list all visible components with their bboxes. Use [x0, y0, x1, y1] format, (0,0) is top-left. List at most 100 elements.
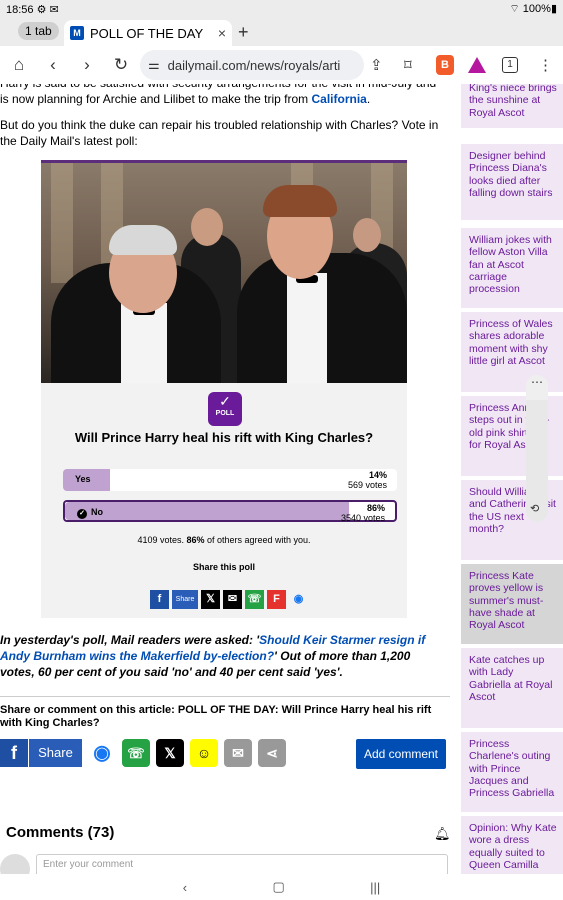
article-paragraph-1: Harry is said to be satisfied with secur…: [0, 84, 446, 107]
browser-toolbar: ⌂ ‹ › ↻ ⚌ dailymail.com/news/royals/arti…: [0, 46, 563, 84]
back-icon[interactable]: ‹: [36, 55, 70, 75]
tab-strip: 1 tab M POLL OF THE DAY × +: [0, 18, 563, 46]
charles-hair: [109, 225, 177, 255]
bell-icon[interactable]: 🔔︎: [434, 826, 451, 842]
article-share-row: f Share ◉ ☏ 𝕏 ☺ ✉ ⋖: [0, 738, 286, 768]
sidebar-item[interactable]: Princess Kate proves yellow is summer's …: [461, 564, 563, 648]
total-votes-text: 4109 votes.: [137, 535, 187, 545]
site-settings-icon[interactable]: ⚌: [148, 57, 160, 73]
facebook-icon: f: [0, 739, 28, 767]
sidebar-item[interactable]: William jokes with fellow Aston Villa fa…: [461, 228, 563, 312]
para1-end: .: [366, 92, 371, 106]
bookmark-icon[interactable]: ⌑: [404, 50, 412, 80]
background-guest-face: [353, 218, 381, 252]
tab-poll-of-the-day[interactable]: M POLL OF THE DAY ×: [64, 20, 232, 46]
comments-heading: Comments (73): [6, 824, 115, 841]
sidebar-item[interactable]: Kate catches up with Lady Gabriella at R…: [461, 648, 563, 732]
close-tab-icon[interactable]: ×: [218, 25, 226, 41]
total-votes-suffix: of others agreed with you.: [204, 535, 311, 545]
poll-option-percent: 86%: [366, 503, 385, 513]
article-paragraph-2: But do you think the duke can repair his…: [0, 118, 439, 148]
flipboard-icon[interactable]: F: [267, 590, 286, 609]
poll-option-no[interactable]: ✓ No 86% 3540 votes: [63, 500, 397, 523]
x-icon[interactable]: 𝕏: [156, 739, 184, 767]
selected-check-icon: ✓: [77, 509, 87, 519]
nav-home-icon[interactable]: ▢: [272, 879, 284, 895]
android-nav-bar: ‹ ▢ |||: [0, 874, 563, 900]
facebook-share-button[interactable]: Share: [172, 590, 198, 609]
poll-question: Will Prince Harry heal his rift with Kin…: [74, 430, 374, 445]
share-page-icon[interactable]: ⇪: [370, 50, 383, 80]
tab-count-button[interactable]: 1 tab: [18, 22, 59, 40]
more-share-icon[interactable]: ⋖: [258, 739, 286, 767]
share-article-title: Share or comment on this article: POLL O…: [0, 704, 432, 729]
nav-recents-icon[interactable]: |||: [370, 880, 380, 895]
brave-shields-button[interactable]: B: [436, 50, 454, 80]
whatsapp-icon[interactable]: ☏: [122, 739, 150, 767]
email-icon[interactable]: ✉: [223, 590, 242, 609]
poll-share-buttons: f Share 𝕏 ✉ ☏ F ◉: [150, 590, 308, 609]
poll-bar-fill: [65, 502, 349, 520]
email-icon[interactable]: ✉: [224, 739, 252, 767]
battery-level: 100%: [522, 3, 551, 15]
poll-option-percent: 14%: [368, 470, 387, 480]
sidebar-item[interactable]: Designer behind Princess Diana's looks d…: [461, 144, 563, 224]
sidebar-item[interactable]: Opinion: Why Kate wore a dress equally s…: [461, 816, 563, 874]
avatar: [0, 854, 30, 874]
background-pillar: [51, 163, 73, 283]
forward-icon[interactable]: ›: [70, 55, 104, 75]
comment-input[interactable]: Enter your comment: [36, 854, 448, 874]
facebook-share-button[interactable]: f Share: [0, 739, 82, 767]
background-guest-face: [191, 208, 223, 246]
poll-option-yes[interactable]: Yes 14% 569 votes: [63, 469, 397, 491]
snapchat-icon[interactable]: ☺: [190, 739, 218, 767]
section-divider: [0, 696, 450, 697]
dailymail-favicon-icon: M: [70, 26, 84, 40]
messenger-icon[interactable]: ◉: [88, 739, 116, 767]
tab-switcher-button[interactable]: 1: [502, 50, 518, 80]
battery-indicator: ⌔ 100%▮: [509, 3, 557, 15]
charles-shirt: [121, 303, 167, 383]
harry-shirt: [287, 273, 327, 383]
nav-back-icon[interactable]: ‹: [183, 880, 187, 895]
poll-option-votes: 3540 votes: [340, 513, 385, 523]
poll-total-votes: 4109 votes. 86% of others agreed with yo…: [41, 535, 407, 545]
add-comment-button[interactable]: Add comment: [356, 739, 446, 769]
poll-logo-label: POLL: [215, 410, 235, 417]
poll-widget: ✓ POLL Will Prince Harry heal his rift w…: [41, 160, 407, 618]
new-tab-icon[interactable]: +: [238, 22, 249, 43]
brave-rewards-button[interactable]: [468, 50, 486, 80]
checkmark-icon: ✓: [219, 393, 231, 409]
article-content: Harry is said to be satisfied with secur…: [0, 84, 456, 874]
facebook-share-label: Share: [28, 739, 82, 767]
california-link[interactable]: California: [312, 92, 367, 106]
clock: 18:56: [6, 3, 34, 16]
yesterday-pre: In yesterday's poll, Mail readers were a…: [0, 633, 260, 647]
brave-shield-icon: B: [436, 55, 454, 75]
whatsapp-icon[interactable]: ☏: [245, 590, 264, 609]
split-screen-handle[interactable]: ⋯: [526, 375, 548, 401]
rotate-icon[interactable]: ⟲: [530, 502, 539, 515]
facebook-icon[interactable]: f: [150, 590, 169, 609]
charles-harry-photo: [41, 163, 407, 383]
tab-title: POLL OF THE DAY: [90, 25, 204, 41]
sidebar-item[interactable]: Princess Charlene's outing with Prince J…: [461, 732, 563, 816]
sidebar-item[interactable]: King's niece brings the sunshine at Roya…: [461, 84, 563, 132]
para1-text: Harry is said to be satisfied with secur…: [0, 84, 436, 106]
messenger-icon[interactable]: ◉: [289, 590, 308, 609]
reload-icon[interactable]: ↻: [104, 55, 138, 75]
home-icon[interactable]: ⌂: [2, 55, 36, 75]
status-time: 18:56 ⚙ ✉: [6, 3, 509, 16]
menu-kebab-icon[interactable]: ⋮: [538, 50, 553, 80]
status-bar: 18:56 ⚙ ✉ ⌔ 100%▮: [0, 0, 563, 18]
share-this-poll-label: Share this poll: [192, 562, 255, 572]
rewards-triangle-icon: [468, 57, 486, 73]
poll-option-name: No: [91, 507, 103, 517]
x-icon[interactable]: 𝕏: [201, 590, 220, 609]
poll-option-label: Yes: [75, 474, 91, 484]
address-bar[interactable]: ⚌ dailymail.com/news/royals/arti: [140, 50, 364, 80]
yesterday-poll-result: In yesterday's poll, Mail readers were a…: [0, 632, 440, 680]
agree-percent: 86%: [186, 535, 205, 545]
url-text: dailymail.com/news/royals/arti: [167, 57, 341, 73]
notification-icons: ⚙ ✉: [36, 3, 59, 16]
